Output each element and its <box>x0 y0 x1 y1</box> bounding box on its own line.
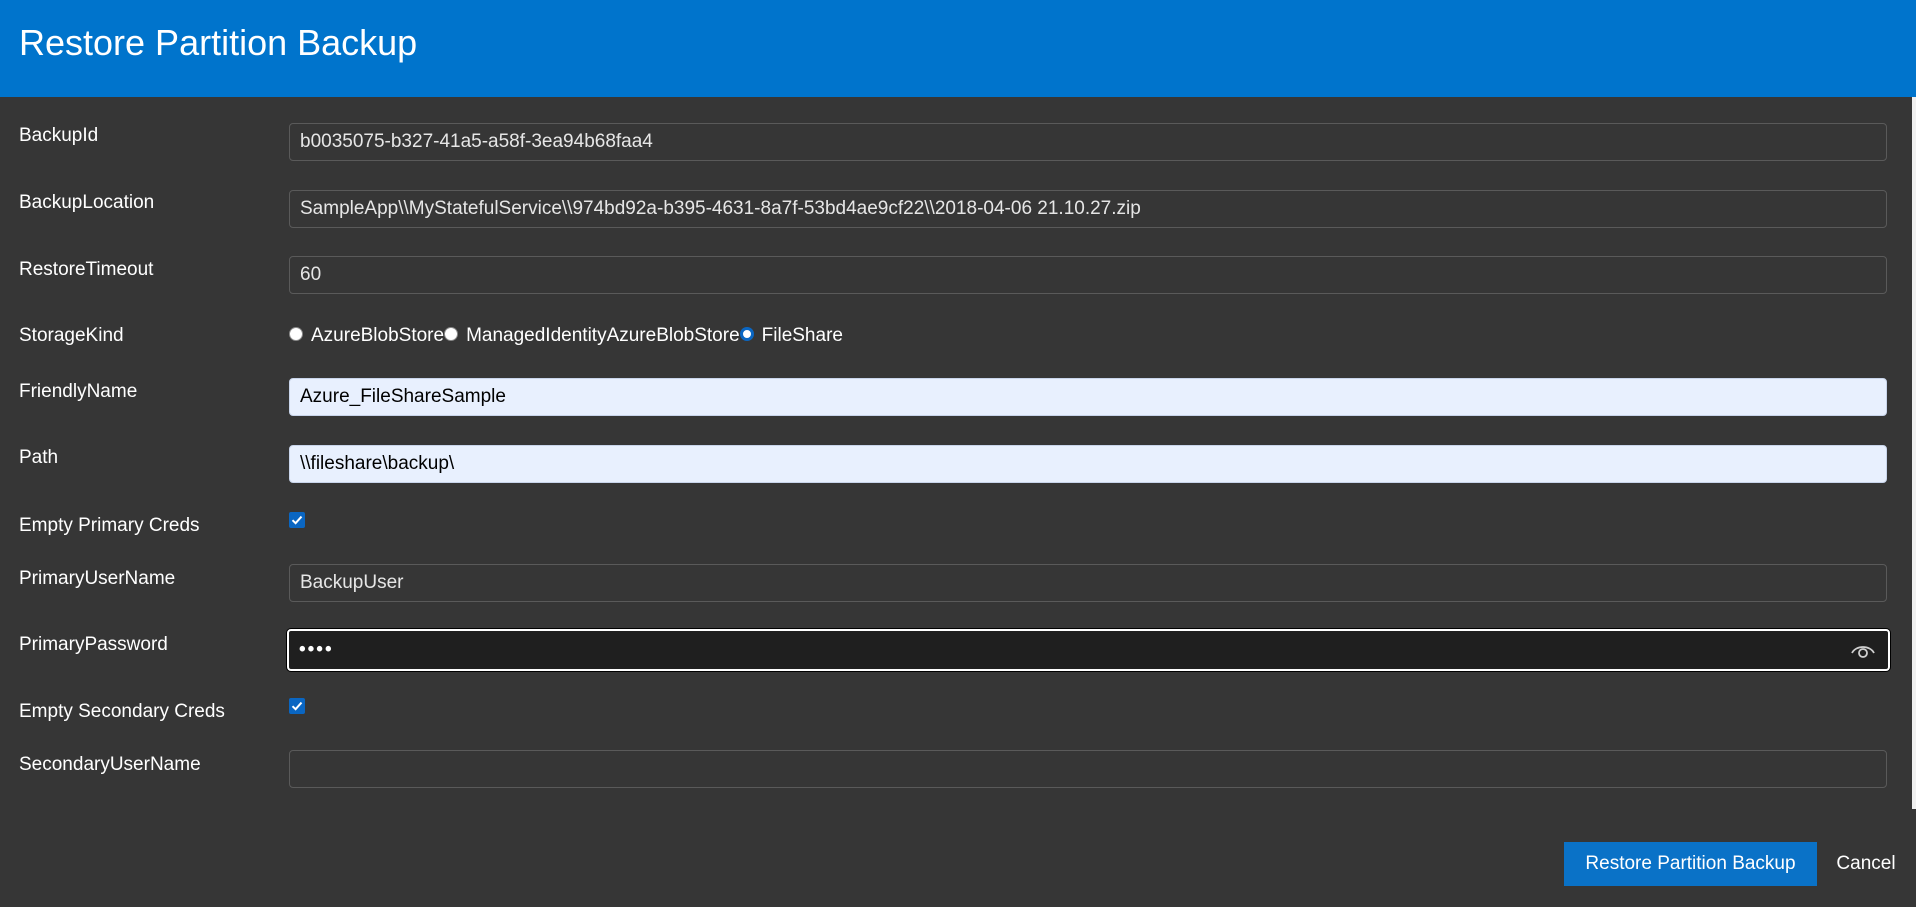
storage-kind-radio-group: AzureBlobStore ManagedIdentityAzureBlobS… <box>289 321 843 351</box>
radio-unchecked-icon[interactable] <box>289 327 303 341</box>
restore-timeout-label: RestoreTimeout <box>19 259 154 280</box>
storage-kind-option-managedidentityazureblobstore[interactable]: ManagedIdentityAzureBlobStore <box>444 325 740 347</box>
friendly-name-input[interactable] <box>289 378 1887 416</box>
primary-password-input[interactable] <box>287 629 1890 671</box>
empty-secondary-creds-label: Empty Secondary Creds <box>19 701 225 722</box>
scrollbar[interactable] <box>1912 97 1916 809</box>
storage-kind-label: StorageKind <box>19 325 124 346</box>
empty-secondary-creds-checkbox[interactable] <box>289 698 305 714</box>
storage-kind-option-label: FileShare <box>761 325 843 346</box>
dialog-header: Restore Partition Backup <box>0 0 1916 97</box>
backup-location-label: BackupLocation <box>19 192 155 213</box>
backup-id-label: BackupId <box>19 125 99 146</box>
storage-kind-option-fileshare[interactable]: FileShare <box>739 325 843 347</box>
cancel-button[interactable]: Cancel <box>1826 842 1906 886</box>
eye-icon[interactable] <box>1850 642 1876 660</box>
radio-unchecked-icon[interactable] <box>444 327 459 341</box>
restore-timeout-input[interactable] <box>289 256 1887 294</box>
dialog-title: Restore Partition Backup <box>19 22 418 63</box>
storage-kind-option-label: ManagedIdentityAzureBlobStore <box>466 325 740 346</box>
checkmark-icon <box>291 515 303 525</box>
backup-id-input[interactable] <box>289 123 1887 161</box>
radio-checked-icon[interactable] <box>739 327 754 341</box>
secondary-user-name-label: SecondaryUserName <box>19 754 201 775</box>
secondary-user-name-input[interactable] <box>289 750 1887 788</box>
storage-kind-option-azureblobstore[interactable]: AzureBlobStore <box>289 325 444 347</box>
path-label: Path <box>19 447 59 468</box>
checkmark-icon <box>291 701 303 711</box>
primary-user-name-input[interactable] <box>289 564 1887 602</box>
backup-location-input[interactable] <box>289 190 1887 228</box>
primary-password-label: PrimaryPassword <box>19 634 168 655</box>
restore-partition-backup-dialog: Restore Partition Backup BackupId Backup… <box>0 0 1916 907</box>
restore-partition-backup-button[interactable]: Restore Partition Backup <box>1564 842 1817 886</box>
empty-primary-creds-label: Empty Primary Creds <box>19 515 200 536</box>
storage-kind-option-label: AzureBlobStore <box>311 325 445 346</box>
primary-user-name-label: PrimaryUserName <box>19 568 176 589</box>
path-input[interactable] <box>289 445 1887 483</box>
friendly-name-label: FriendlyName <box>19 381 138 402</box>
empty-primary-creds-checkbox[interactable] <box>289 512 305 528</box>
